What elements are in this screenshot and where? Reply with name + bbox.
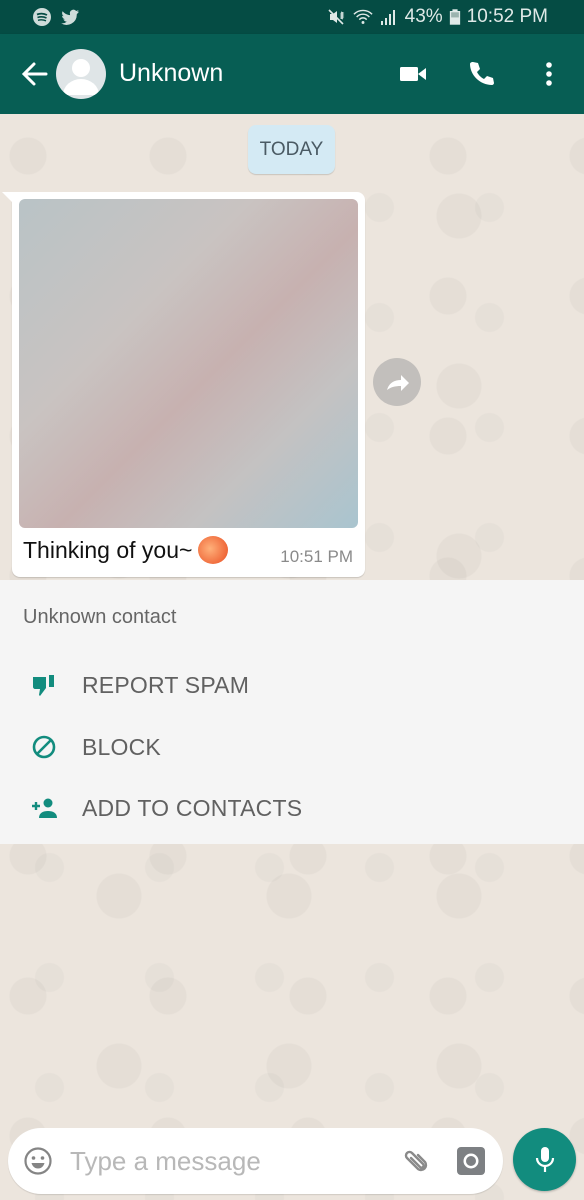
message-caption: Thinking of you~	[23, 535, 229, 566]
report-spam-label: REPORT SPAM	[82, 672, 250, 698]
app-bar: Unknown	[0, 34, 584, 114]
wifi-icon	[353, 9, 373, 24]
chat-area[interactable]: TODAY Thinking of you~ 10:51 PM Unknown …	[0, 114, 584, 1200]
more-vert-icon[interactable]	[533, 58, 565, 90]
peach-emoji-icon	[198, 535, 229, 564]
message-input[interactable]	[70, 1142, 370, 1180]
block-label: BLOCK	[82, 734, 161, 760]
camera-icon[interactable]	[456, 1146, 486, 1176]
video-call-icon[interactable]	[397, 58, 429, 90]
bubble-tail	[2, 192, 14, 204]
block-button[interactable]: BLOCK	[0, 720, 584, 776]
message-bubble[interactable]: Thinking of you~ 10:51 PM	[2, 192, 365, 577]
battery-icon	[449, 9, 460, 25]
spotify-icon	[33, 8, 51, 26]
default-avatar-icon	[63, 59, 99, 95]
person-add-icon	[32, 798, 57, 818]
mute-vibrate-icon	[328, 9, 344, 25]
forward-button[interactable]	[373, 358, 421, 406]
forward-arrow-icon	[387, 375, 409, 391]
mic-button[interactable]	[513, 1128, 576, 1191]
unknown-contact-title: Unknown contact	[23, 606, 177, 628]
status-bar: 43% 10:52 PM	[0, 0, 584, 34]
arrow-left-icon[interactable]	[20, 60, 50, 88]
thumb-down-icon	[33, 675, 54, 696]
contact-name[interactable]: Unknown	[119, 59, 223, 88]
message-image[interactable]	[19, 199, 358, 528]
mic-icon	[535, 1147, 555, 1172]
message-time: 10:51 PM	[280, 547, 353, 566]
status-time: 10:52 PM	[466, 6, 548, 27]
caption-text: Thinking of you~	[23, 537, 193, 563]
add-to-contacts-label: ADD TO CONTACTS	[82, 795, 303, 821]
avatar[interactable]	[56, 49, 106, 99]
report-spam-button[interactable]: REPORT SPAM	[0, 658, 584, 714]
twitter-icon	[61, 9, 79, 25]
voice-call-icon[interactable]	[465, 58, 497, 90]
date-chip: TODAY	[248, 125, 335, 174]
battery-percent: 43%	[404, 6, 443, 27]
paperclip-icon[interactable]	[398, 1145, 430, 1177]
add-to-contacts-button[interactable]: ADD TO CONTACTS	[0, 781, 584, 837]
block-icon	[32, 735, 56, 759]
signal-icon	[380, 10, 395, 25]
unknown-contact-panel: Unknown contact REPORT SPAM BLOCK ADD TO…	[0, 580, 584, 844]
emoji-icon[interactable]	[23, 1146, 53, 1176]
message-composer	[8, 1128, 503, 1194]
